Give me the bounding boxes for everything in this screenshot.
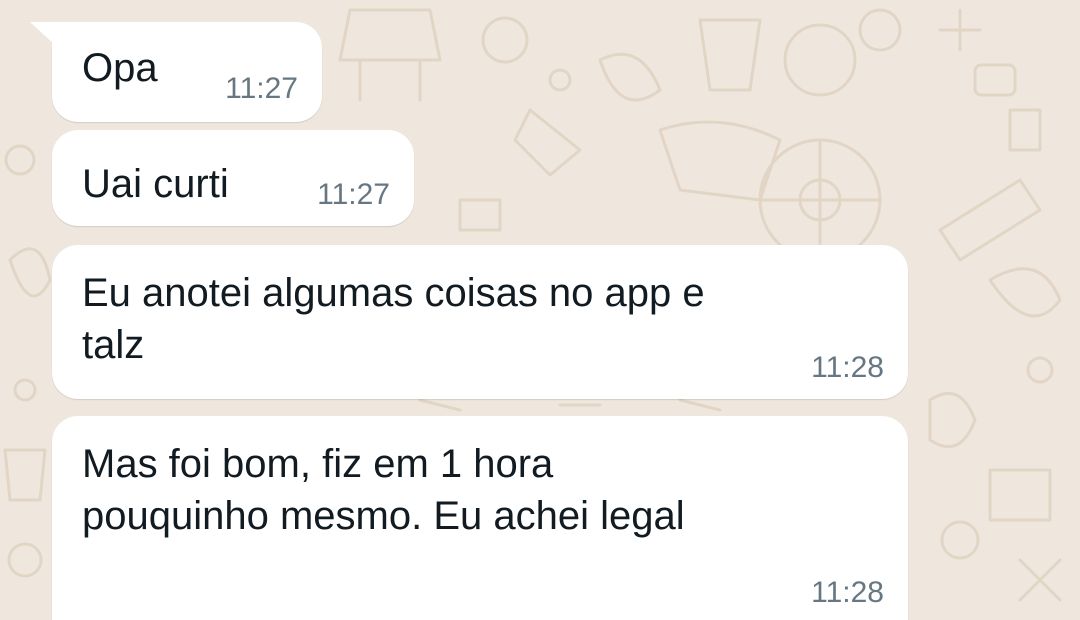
- message-timestamp: 11:28: [811, 351, 884, 384]
- bubble-tail: [30, 22, 54, 44]
- message-line: talz: [82, 323, 145, 367]
- message-text: Mas foi bom, fiz em 1 hora pouquinho mes…: [82, 438, 685, 542]
- message-timestamp: 11:27: [317, 178, 390, 211]
- message-text: Eu anotei algumas coisas no app e talz: [82, 267, 705, 371]
- incoming-message[interactable]: Opa 11:27: [30, 22, 322, 122]
- incoming-message[interactable]: Uai curti 11:27: [52, 130, 414, 226]
- message-line: Eu anotei algumas coisas no app e: [82, 271, 705, 315]
- message-line: Mas foi bom, fiz em 1 hora: [82, 442, 554, 486]
- message-line: pouquinho mesmo. Eu achei legal: [82, 494, 685, 538]
- message-timestamp: 11:27: [225, 72, 298, 105]
- incoming-message[interactable]: Eu anotei algumas coisas no app e talz 1…: [52, 245, 908, 399]
- message-text: Uai curti: [82, 162, 229, 206]
- incoming-message[interactable]: Mas foi bom, fiz em 1 hora pouquinho mes…: [52, 416, 908, 620]
- message-text: Opa: [82, 46, 158, 90]
- message-timestamp: 11:28: [811, 576, 884, 609]
